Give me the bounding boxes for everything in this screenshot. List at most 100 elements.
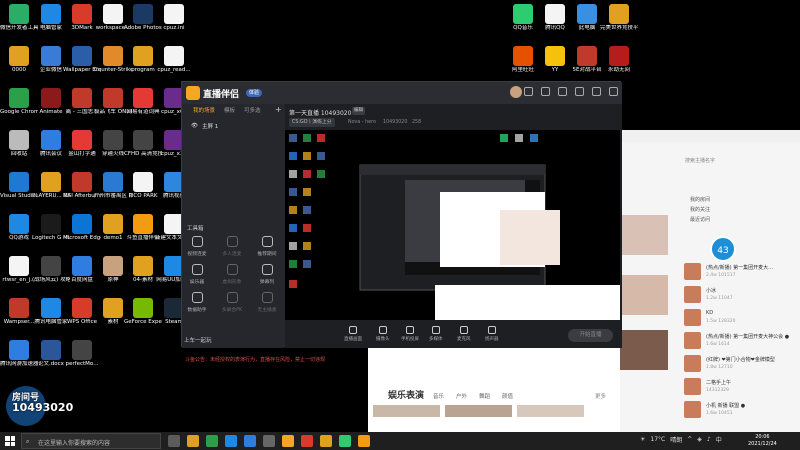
toolbar-icon: [431, 326, 440, 334]
list-item[interactable]: KD 1.5w 128320: [680, 307, 800, 329]
search-hint[interactable]: 搜索主播名字: [685, 157, 715, 164]
list-item[interactable]: (红牌) ❤第门小合物❤金牌模型 1.8w 12710: [680, 353, 800, 375]
avatar[interactable]: [510, 86, 522, 98]
chevron-up-icon[interactable]: ^: [687, 436, 692, 443]
desktop-icon[interactable]: cpuz.ini: [155, 2, 193, 32]
bottom-toolbar-item[interactable]: 手机投屏: [401, 326, 419, 342]
stream-preview[interactable]: [285, 130, 620, 320]
skin-icon[interactable]: [558, 87, 567, 96]
taskbar-app-icon[interactable]: [206, 435, 218, 447]
weather-icon[interactable]: ☀: [640, 436, 645, 443]
tool-label: 推荐期间: [257, 252, 277, 257]
ent-more-link[interactable]: 更多: [595, 392, 606, 400]
tool-button[interactable]: 多屏合PK: [217, 292, 247, 313]
taskbar-app-icon[interactable]: [301, 435, 313, 447]
bottom-toolbar-item[interactable]: 直播画面: [344, 326, 362, 342]
tool-button[interactable]: 弹幕列: [252, 264, 282, 285]
ent-tab[interactable]: 户外: [456, 392, 467, 400]
tool-button[interactable]: 虚拟形象: [217, 264, 247, 285]
tool-icon: [261, 292, 273, 303]
start-live-button[interactable]: 开始直播: [568, 329, 613, 342]
app-icon: [72, 172, 92, 192]
carpool-label[interactable]: 上车一起玩: [184, 336, 212, 344]
taskbar-app-icon[interactable]: [339, 435, 351, 447]
app-icon: [164, 46, 184, 66]
toolbar-icon: [349, 326, 357, 334]
tab-multi-select[interactable]: 可多选: [244, 106, 261, 114]
app-icon: [133, 298, 153, 318]
tool-button[interactable]: 多人连麦: [217, 236, 247, 257]
list-item-title: 小冰: [706, 288, 717, 294]
taskbar-app-icon[interactable]: [225, 435, 237, 447]
windows-start-icon[interactable]: [5, 436, 15, 446]
tool-icon: [191, 264, 203, 275]
tool-button[interactable]: 数据助手: [182, 292, 212, 313]
side-menu-item[interactable]: 我的房间: [690, 196, 710, 203]
list-item[interactable]: 小冰 1.2w 11047: [680, 284, 800, 306]
scene-item[interactable]: 👁 主屏 1: [187, 120, 277, 131]
taskbar-app-icon[interactable]: [263, 435, 275, 447]
room-card[interactable]: [620, 330, 668, 370]
side-menu-item[interactable]: 我的关注: [690, 206, 710, 213]
room-card[interactable]: [620, 215, 668, 255]
weather-text[interactable]: 晴朗: [670, 435, 682, 444]
close-icon[interactable]: [609, 87, 618, 96]
list-item[interactable]: 小机 新播 联盟 ● 1.6w 10451: [680, 399, 800, 421]
tool-button[interactable]: 无主播素: [252, 292, 282, 313]
desktop-icon-label: 企业微信: [39, 67, 62, 73]
ent-thumb[interactable]: [517, 405, 584, 417]
app-icon: [103, 88, 123, 108]
clock[interactable]: 20:06 2021/12/24: [748, 434, 777, 448]
bottom-toolbar-item[interactable]: 麦克风: [457, 326, 471, 342]
version-badge[interactable]: 体验: [246, 89, 263, 97]
desktop-icon[interactable]: 永劫无间: [600, 44, 638, 74]
ent-thumb[interactable]: [445, 405, 512, 417]
taskbar-app-icon[interactable]: [244, 435, 256, 447]
taskbar-app-icon[interactable]: [168, 435, 180, 447]
tool-button[interactable]: 视频连麦: [182, 236, 212, 257]
temperature[interactable]: 17°C: [650, 436, 665, 443]
taskbar-app-icon[interactable]: [282, 435, 294, 447]
desktop-icon[interactable]: cpuz_read...: [155, 44, 193, 74]
desktop-icon[interactable]: perfectMo...: [63, 338, 101, 368]
desktop-icon-label: 腾讯会议: [39, 151, 62, 157]
message-icon[interactable]: [541, 87, 550, 96]
ent-tab[interactable]: 颜值: [502, 392, 513, 400]
tab-my-scenes[interactable]: 我的场景: [193, 106, 215, 114]
float-counter[interactable]: 43: [710, 236, 736, 262]
taskbar-app-icon[interactable]: [320, 435, 332, 447]
notice-text: 斗鱼公告：未经授权的表演行为，直播存在风险，禁止一切违规: [185, 357, 326, 363]
tool-button[interactable]: 娱乐器: [182, 264, 212, 285]
tool-button[interactable]: 推荐期间: [252, 236, 282, 257]
ime-indicator[interactable]: 中: [716, 435, 722, 444]
list-item[interactable]: (热点/新播) 第一集团开麦大神公会 ● 1.6w 1614: [680, 330, 800, 352]
list-item[interactable]: 二格手上午 14312329: [680, 376, 800, 398]
entertainment-tabs: 音乐 户外 舞蹈 颜值: [433, 392, 513, 400]
desktop-icon[interactable]: 完美世界竞技平台: [600, 2, 638, 32]
side-menu-item[interactable]: 最近访问: [690, 216, 710, 223]
bottom-toolbar-item[interactable]: 多媒体: [429, 326, 443, 342]
edit-button[interactable]: 编辑: [352, 107, 365, 115]
room-card[interactable]: [620, 275, 668, 315]
bottom-toolbar-item[interactable]: 摄像头: [376, 326, 390, 342]
ent-tab[interactable]: 舞蹈: [479, 392, 490, 400]
menu-icon[interactable]: [575, 87, 584, 96]
add-scene-button[interactable]: +: [275, 105, 282, 114]
taskbar-app-icon[interactable]: [358, 435, 370, 447]
app-icon: [513, 46, 533, 66]
taskbar-search[interactable]: ⌕ 在这里输入你要搜索的内容: [21, 433, 161, 449]
network-icon[interactable]: ◈: [697, 436, 702, 443]
sub-label: Nova - hero: [348, 120, 376, 125]
volume-icon[interactable]: ♪: [707, 436, 711, 443]
minimize-icon[interactable]: [592, 87, 601, 96]
list-item[interactable]: (热点/新播) 第一集团开麦大... 2.4w 101517: [680, 261, 800, 283]
eye-icon[interactable]: 👁: [191, 123, 198, 129]
taskbar-app-icon[interactable]: [187, 435, 199, 447]
game-tag[interactable]: CS:GO丨演练上分: [289, 118, 335, 127]
tab-template[interactable]: 模板: [224, 106, 235, 114]
avatar: [684, 263, 701, 280]
ent-tab[interactable]: 音乐: [433, 392, 444, 400]
bottom-toolbar-item[interactable]: 扬声器: [485, 326, 499, 342]
ent-thumb[interactable]: [373, 405, 440, 417]
settings-icon[interactable]: [524, 87, 533, 96]
